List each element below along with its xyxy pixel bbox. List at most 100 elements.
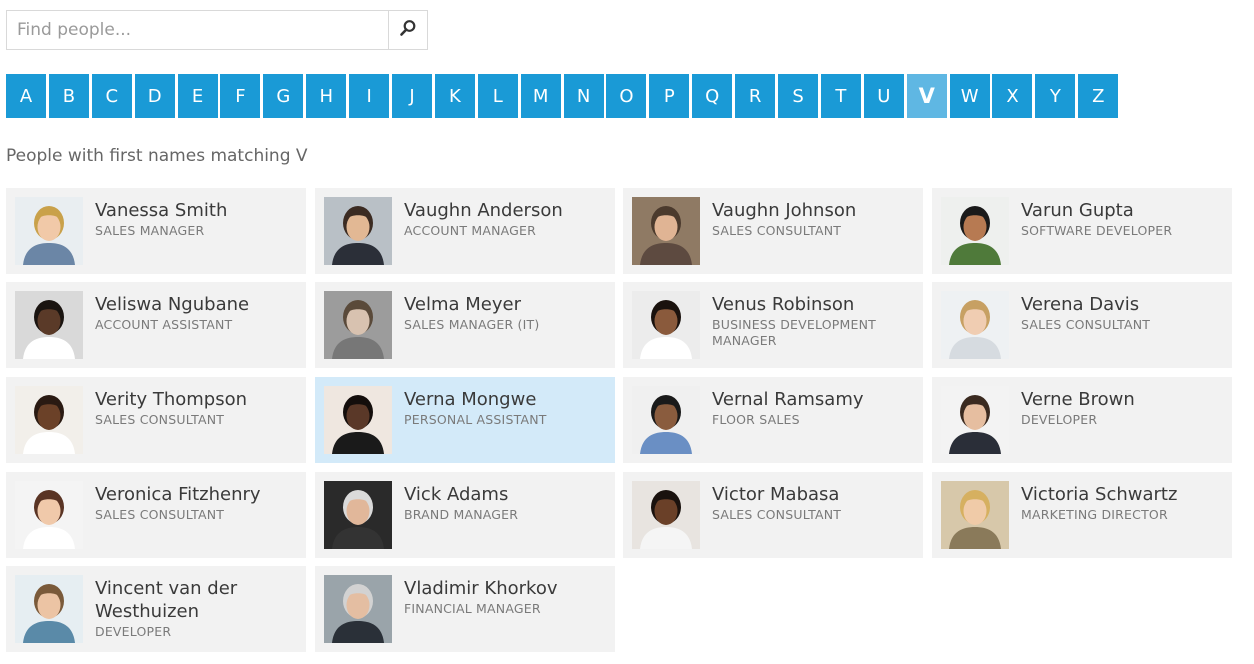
person-photo <box>324 575 392 643</box>
person-photo <box>941 291 1009 359</box>
letter-button-m[interactable]: M <box>520 74 561 118</box>
person-photo <box>941 481 1009 549</box>
person-card[interactable]: Victor Mabasa SALES CONSULTANT <box>623 472 923 558</box>
person-name: Vincent van der Westhuizen <box>95 578 238 622</box>
letter-button-i[interactable]: I <box>349 74 390 118</box>
person-card[interactable]: Vernal Ramsamy FLOOR SALES <box>623 377 923 463</box>
person-title: SALES CONSULTANT <box>712 507 842 522</box>
person-title: FINANCIAL MANAGER <box>404 601 541 616</box>
person-title: MARKETING DIRECTOR <box>1021 507 1168 522</box>
person-card[interactable]: Venus Robinson BUSINESS DEVELOPMENT MANAG… <box>623 282 923 368</box>
person-name: Vernal Ramsamy <box>712 389 864 410</box>
person-card[interactable]: Veronica Fitzhenry SALES CONSULTANT <box>6 472 306 558</box>
letter-button-p[interactable]: P <box>649 74 690 118</box>
person-name: Verity Thompson <box>95 389 247 410</box>
person-title: PERSONAL ASSISTANT <box>404 412 547 427</box>
person-name: Vick Adams <box>404 484 509 505</box>
letter-button-r[interactable]: R <box>735 74 776 118</box>
person-card[interactable]: Veliswa Ngubane ACCOUNT ASSISTANT <box>6 282 306 368</box>
letter-button-b[interactable]: B <box>48 74 89 118</box>
person-photo <box>15 386 83 454</box>
person-card[interactable]: Verity Thompson SALES CONSULTANT <box>6 377 306 463</box>
person-photo <box>632 481 700 549</box>
person-card[interactable]: Vaughn Anderson ACCOUNT MANAGER <box>315 188 615 274</box>
person-name: Victoria Schwartz <box>1021 484 1178 505</box>
person-photo <box>632 291 700 359</box>
search-box <box>6 10 428 50</box>
person-photo <box>632 386 700 454</box>
letter-button-w[interactable]: W <box>949 74 990 118</box>
results-caption: People with first names matching V <box>6 146 308 166</box>
person-card[interactable]: Vick Adams BRAND MANAGER <box>315 472 615 558</box>
person-name: Vaughn Anderson <box>404 200 563 221</box>
person-photo <box>324 291 392 359</box>
letter-button-g[interactable]: G <box>263 74 304 118</box>
person-photo <box>15 197 83 265</box>
person-name: Velma Meyer <box>404 294 522 315</box>
person-photo <box>941 197 1009 265</box>
person-photo <box>324 481 392 549</box>
person-photo <box>324 386 392 454</box>
letter-button-e[interactable]: E <box>177 74 218 118</box>
person-card[interactable]: Vincent van der Westhuizen DEVELOPER <box>6 566 306 652</box>
letter-button-x[interactable]: X <box>992 74 1033 118</box>
person-title: BRAND MANAGER <box>404 507 519 522</box>
person-name: Verna Mongwe <box>404 389 537 410</box>
person-title: ACCOUNT MANAGER <box>404 223 537 238</box>
search-input[interactable] <box>7 11 388 49</box>
person-card[interactable]: Varun Gupta SOFTWARE DEVELOPER <box>932 188 1232 274</box>
person-name: Vladimir Khorkov <box>404 578 558 599</box>
letter-button-v[interactable]: V <box>906 74 947 118</box>
letter-button-q[interactable]: Q <box>692 74 733 118</box>
person-title: SALES CONSULTANT <box>712 223 842 238</box>
person-card[interactable]: Verena Davis SALES CONSULTANT <box>932 282 1232 368</box>
person-card[interactable]: Vanessa Smith SALES MANAGER <box>6 188 306 274</box>
person-photo <box>632 197 700 265</box>
person-title: ACCOUNT ASSISTANT <box>95 317 233 332</box>
letter-button-k[interactable]: K <box>434 74 475 118</box>
person-card[interactable]: Verna Mongwe PERSONAL ASSISTANT <box>315 377 615 463</box>
person-photo <box>324 197 392 265</box>
letter-button-l[interactable]: L <box>477 74 518 118</box>
person-title: SALES CONSULTANT <box>95 412 225 427</box>
person-name: Verena Davis <box>1021 294 1140 315</box>
person-name: Venus Robinson <box>712 294 855 315</box>
person-photo <box>15 291 83 359</box>
letter-button-o[interactable]: O <box>606 74 647 118</box>
letter-button-j[interactable]: J <box>392 74 433 118</box>
person-card[interactable]: Verne Brown DEVELOPER <box>932 377 1232 463</box>
letter-button-d[interactable]: D <box>134 74 175 118</box>
letter-button-f[interactable]: F <box>220 74 261 118</box>
alphabet-filter: ABCDEFGHIJKLMNOPQRSTUVWXYZ <box>6 74 1121 118</box>
person-title: BUSINESS DEVELOPMENT MANAGER <box>712 317 876 348</box>
person-title: SALES MANAGER (IT) <box>404 317 540 332</box>
letter-button-h[interactable]: H <box>306 74 347 118</box>
person-title: SALES MANAGER <box>95 223 205 238</box>
letter-button-z[interactable]: Z <box>1078 74 1119 118</box>
letter-button-c[interactable]: C <box>91 74 132 118</box>
person-title: SALES CONSULTANT <box>1021 317 1151 332</box>
person-card[interactable]: Velma Meyer SALES MANAGER (IT) <box>315 282 615 368</box>
letter-button-s[interactable]: S <box>778 74 819 118</box>
person-photo <box>941 386 1009 454</box>
person-title: DEVELOPER <box>95 624 172 639</box>
person-title: FLOOR SALES <box>712 412 800 427</box>
person-title: SOFTWARE DEVELOPER <box>1021 223 1173 238</box>
letter-button-n[interactable]: N <box>563 74 604 118</box>
letter-button-y[interactable]: Y <box>1035 74 1076 118</box>
person-title: DEVELOPER <box>1021 412 1098 427</box>
person-card[interactable]: Vaughn Johnson SALES CONSULTANT <box>623 188 923 274</box>
search-button[interactable] <box>388 11 427 49</box>
person-title: SALES CONSULTANT <box>95 507 225 522</box>
person-photo <box>15 575 83 643</box>
letter-button-u[interactable]: U <box>863 74 904 118</box>
person-card[interactable]: Vladimir Khorkov FINANCIAL MANAGER <box>315 566 615 652</box>
person-name: Veronica Fitzhenry <box>95 484 261 505</box>
person-name: Victor Mabasa <box>712 484 840 505</box>
letter-button-t[interactable]: T <box>820 74 861 118</box>
person-name: Verne Brown <box>1021 389 1135 410</box>
person-card[interactable]: Victoria Schwartz MARKETING DIRECTOR <box>932 472 1232 558</box>
letter-button-a[interactable]: A <box>6 74 46 118</box>
person-name: Vaughn Johnson <box>712 200 857 221</box>
person-name: Vanessa Smith <box>95 200 228 221</box>
